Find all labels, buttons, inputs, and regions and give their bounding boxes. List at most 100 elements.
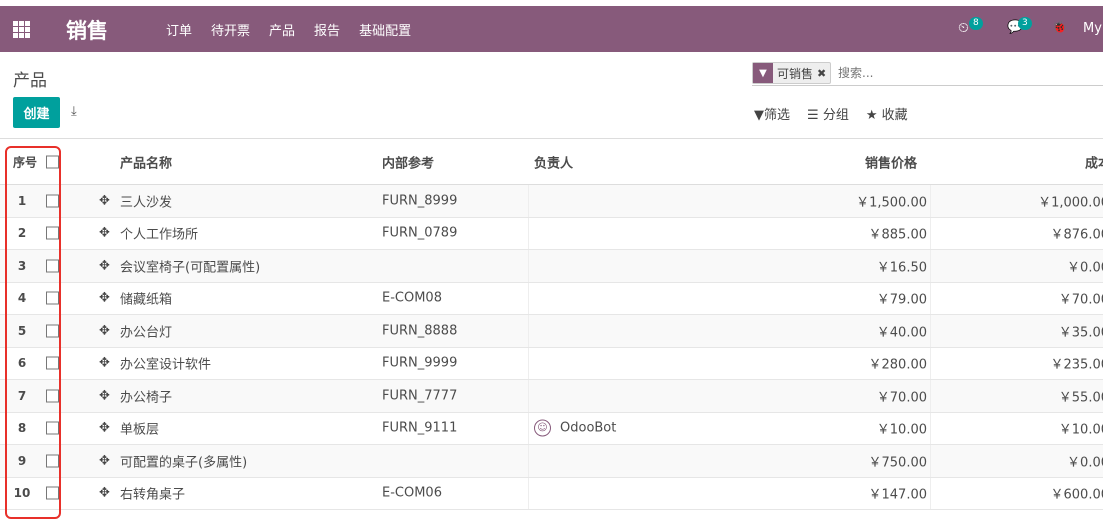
- menu-item-reporting[interactable]: 报告: [314, 20, 340, 39]
- column-separator: [528, 250, 529, 282]
- row-seq: 3: [17, 258, 27, 273]
- select-all-checkbox[interactable]: [46, 155, 59, 168]
- table-row[interactable]: 1 ✥ 三人沙发 FURN_8999 ☺ ￥1,500.00 ￥1,000.00: [0, 185, 1103, 218]
- product-list: 序号 产品名称 内部参考 负责人 销售价格 成本 1 ✥ 三人沙发 FURN_8…: [0, 138, 1103, 510]
- row-product-name: 储藏纸箱: [120, 292, 173, 308]
- row-responsible: ☺ OdooBot: [534, 419, 616, 437]
- message-count-badge: 3: [1018, 17, 1032, 30]
- column-separator: [930, 217, 931, 249]
- drag-handle-icon[interactable]: ✥: [99, 323, 110, 338]
- column-separator: [528, 380, 529, 412]
- row-checkbox[interactable]: [46, 389, 59, 403]
- row-seq: 10: [13, 486, 31, 501]
- messaging-menu[interactable]: 💬 3: [1007, 17, 1032, 66]
- list-icon: ☰: [807, 108, 823, 123]
- activity-count-badge: 8: [969, 17, 983, 30]
- table-row[interactable]: 2 ✥ 个人工作场所 FURN_0789 ☺ ￥885.00 ￥876.00: [0, 217, 1103, 250]
- row-cost: ￥10.00: [1058, 422, 1103, 438]
- user-menu[interactable]: My: [1083, 21, 1102, 67]
- menu-item-configuration[interactable]: 基础配置: [359, 20, 411, 39]
- drag-handle-icon[interactable]: ✥: [99, 193, 110, 208]
- column-separator: [528, 347, 529, 379]
- column-separator: [930, 445, 931, 477]
- column-separator: [930, 412, 931, 444]
- create-button[interactable]: 创建: [13, 97, 60, 128]
- activity-menu[interactable]: ⏲ 8: [958, 17, 983, 66]
- row-product-name: 办公室设计软件: [120, 357, 212, 373]
- row-seq: 2: [17, 226, 27, 241]
- row-sales-price: ￥885.00: [868, 227, 928, 243]
- row-checkbox[interactable]: [46, 454, 59, 468]
- column-separator: [930, 347, 931, 379]
- column-header-seq[interactable]: 序号: [13, 153, 37, 170]
- drag-handle-icon[interactable]: ✥: [99, 421, 110, 436]
- table-row[interactable]: 8 ✥ 单板层 FURN_9111 ☺ OdooBot ￥10.00 ￥10.0…: [0, 412, 1103, 445]
- row-cost: ￥0.00: [1067, 260, 1103, 276]
- row-cost: ￥35.00: [1058, 325, 1103, 341]
- app-brand[interactable]: 销售: [66, 15, 108, 45]
- drag-handle-icon[interactable]: ✥: [99, 388, 110, 403]
- drag-handle-icon[interactable]: ✥: [99, 291, 110, 306]
- table-row[interactable]: 10 ✥ 右转角桌子 E-COM06 ☺ ￥147.00 ￥600.00: [0, 477, 1103, 510]
- row-checkbox[interactable]: [46, 226, 59, 240]
- drag-handle-icon[interactable]: ✥: [99, 453, 110, 468]
- table-row[interactable]: 4 ✥ 储藏纸箱 E-COM08 ☺ ￥79.00 ￥70.00: [0, 282, 1103, 315]
- row-cost: ￥55.00: [1058, 390, 1103, 406]
- drag-handle-icon[interactable]: ✥: [99, 486, 110, 501]
- row-sales-price: ￥10.00: [876, 422, 927, 438]
- favorites-button[interactable]: ★ 收藏: [866, 104, 908, 123]
- row-cost: ￥235.00: [1050, 357, 1103, 373]
- facet-label: 可销售: [777, 66, 814, 81]
- row-product-name: 个人工作场所: [120, 227, 199, 243]
- row-sales-price: ￥79.00: [876, 292, 927, 308]
- table-row[interactable]: 6 ✥ 办公室设计软件 FURN_9999 ☺ ￥280.00 ￥235.00: [0, 347, 1103, 380]
- table-row[interactable]: 3 ✥ 会议室椅子(可配置属性) ☺ ￥16.50 ￥0.00: [0, 250, 1103, 283]
- download-icon[interactable]: ⤓: [71, 104, 77, 119]
- row-checkbox[interactable]: [46, 291, 59, 305]
- filter-button[interactable]: ▼筛选: [754, 104, 790, 123]
- row-internal-ref: E-COM08: [382, 290, 442, 306]
- row-sales-price: ￥70.00: [876, 390, 927, 406]
- groupby-button[interactable]: ☰ 分组: [807, 104, 849, 123]
- row-cost: ￥600.00: [1050, 487, 1103, 503]
- search-input[interactable]: [838, 64, 1100, 82]
- column-header-name[interactable]: 产品名称: [120, 152, 172, 171]
- row-product-name: 办公椅子: [120, 390, 173, 406]
- facet-remove-icon[interactable]: ✖: [817, 67, 830, 80]
- drag-handle-icon[interactable]: ✥: [99, 356, 110, 371]
- row-internal-ref: FURN_8999: [382, 193, 458, 209]
- row-checkbox[interactable]: [46, 421, 59, 435]
- column-header-responsible[interactable]: 负责人: [534, 152, 573, 171]
- column-header-ref[interactable]: 内部参考: [382, 152, 434, 171]
- row-cost: ￥876.00: [1050, 227, 1103, 243]
- row-checkbox[interactable]: [46, 356, 59, 370]
- table-row[interactable]: 7 ✥ 办公椅子 FURN_7777 ☺ ￥70.00 ￥55.00: [0, 380, 1103, 413]
- row-product-name: 单板层: [120, 422, 160, 438]
- row-internal-ref: E-COM06: [382, 485, 442, 501]
- search-options: ▼筛选 ☰ 分组 ★ 收藏: [754, 104, 925, 123]
- avatar: ☺: [534, 419, 551, 437]
- debug-menu[interactable]: 🐞: [1052, 20, 1067, 66]
- table-row[interactable]: 5 ✥ 办公台灯 FURN_8888 ☺ ￥40.00 ￥35.00: [0, 315, 1103, 348]
- drag-handle-icon[interactable]: ✥: [99, 226, 110, 241]
- column-header-price[interactable]: 销售价格: [865, 152, 917, 171]
- menu-item-orders[interactable]: 订单: [166, 20, 192, 39]
- row-sales-price: ￥147.00: [868, 487, 928, 503]
- row-seq: 5: [17, 323, 27, 338]
- menu-item-products[interactable]: 产品: [269, 20, 295, 39]
- row-sales-price: ￥40.00: [876, 325, 927, 341]
- row-internal-ref: FURN_8888: [382, 323, 458, 339]
- column-separator: [528, 217, 529, 249]
- star-icon: ★: [865, 108, 882, 123]
- row-checkbox[interactable]: [46, 324, 59, 338]
- row-checkbox[interactable]: [46, 259, 59, 273]
- row-checkbox[interactable]: [46, 486, 59, 500]
- apps-menu-icon[interactable]: [13, 21, 30, 38]
- menu-item-to-invoice[interactable]: 待开票: [211, 20, 250, 39]
- drag-handle-icon[interactable]: ✥: [99, 258, 110, 273]
- row-product-name: 会议室椅子(可配置属性): [120, 260, 261, 276]
- top-navbar: 销售 订单 待开票 产品 报告 基础配置 ⏲ 8 💬 3 🐞 My: [0, 6, 1103, 52]
- table-row[interactable]: 9 ✥ 可配置的桌子(多属性) ☺ ￥750.00 ￥0.00: [0, 445, 1103, 478]
- column-header-cost[interactable]: 成本: [1085, 152, 1103, 171]
- row-checkbox[interactable]: [46, 194, 59, 208]
